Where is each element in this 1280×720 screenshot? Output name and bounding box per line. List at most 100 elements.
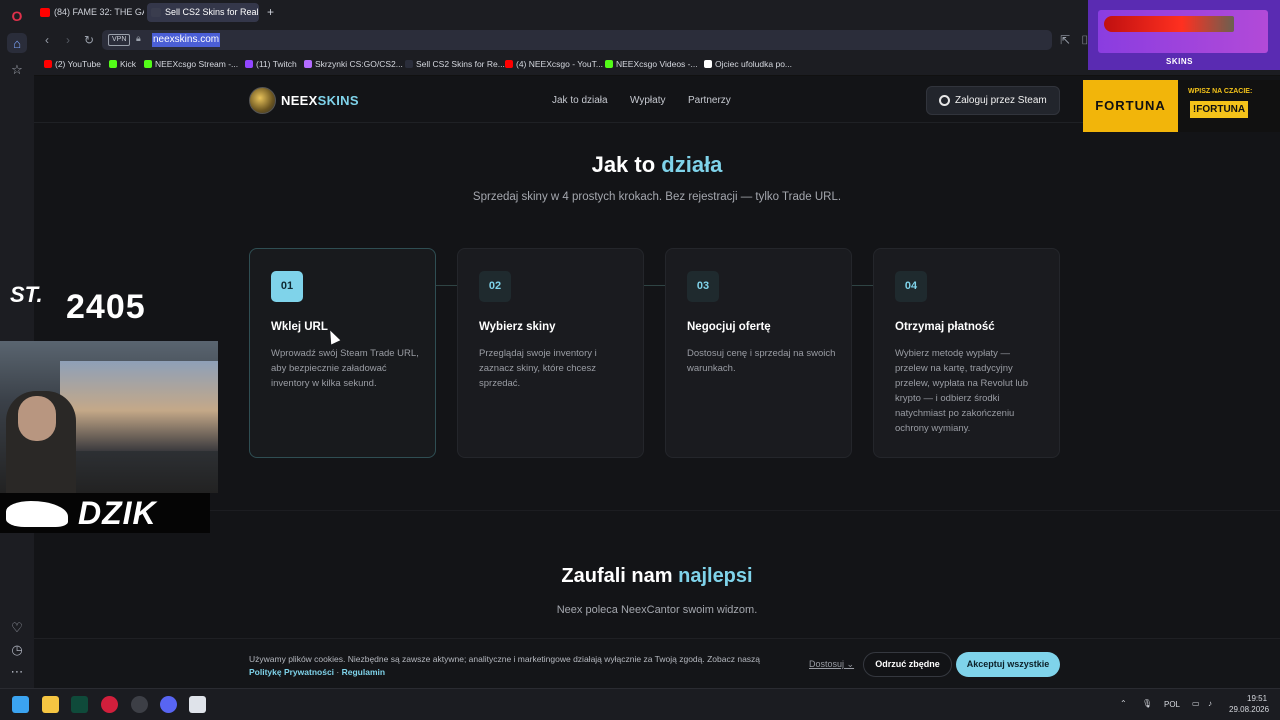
nav-payouts[interactable]: Wypłaty: [630, 95, 665, 106]
microphone-icon[interactable]: 🎙︎: [1142, 699, 1152, 708]
score-overlay: ST. 2405: [10, 282, 180, 338]
new-tab-button[interactable]: +: [263, 3, 279, 22]
bookmark-item[interactable]: NEEXcsgo Stream -...: [144, 59, 238, 69]
windows-start-icon[interactable]: [12, 696, 29, 713]
kick-icon: [109, 60, 117, 68]
language-indicator[interactable]: POL: [1164, 700, 1180, 709]
bookmark-item[interactable]: NEEXcsgo Videos -...: [605, 59, 698, 69]
speed-dial-icon[interactable]: ☆: [7, 60, 27, 80]
site-logo[interactable]: NEEXSKINS: [281, 93, 359, 108]
step-description: Wybierz metodę wypłaty — przelew na kart…: [895, 348, 1029, 434]
back-icon[interactable]: ‹: [39, 32, 55, 48]
title-part-1: Zaufali nam: [561, 565, 679, 587]
bookmark-label: NEEXcsgo Stream -...: [155, 59, 239, 69]
title-accent: działa: [661, 152, 723, 177]
section-subtitle: Sprzedaj skiny w 4 prostych krokach. Bez…: [472, 191, 842, 203]
fortuna-brand: FORTUNA: [1083, 80, 1178, 132]
step-card-2[interactable]: 02 Wybierz skiny Przeglądaj swoje invent…: [457, 248, 644, 458]
file-explorer-icon[interactable]: [42, 696, 59, 713]
step-card-4[interactable]: 04 Otrzymaj płatność Wybierz metodę wypł…: [873, 248, 1060, 458]
bookmark-label: (4) NEEXcsgo - YouT...: [516, 59, 603, 69]
tiktok-icon: [704, 60, 712, 68]
bookmark-item[interactable]: Skrzynki CS:GO/CS2...: [304, 59, 403, 69]
step-title: Negocjuj ofertę: [687, 321, 771, 333]
link-separator: ·: [334, 667, 342, 677]
bookmark-item[interactable]: Sell CS2 Skins for Re...: [405, 59, 505, 69]
kick-icon: [144, 60, 152, 68]
bookmark-item[interactable]: (4) NEEXcsgo - YouT...: [505, 59, 603, 69]
bookmark-label: (11) Twitch: [256, 59, 297, 69]
title-part-1: Jak to: [591, 152, 662, 177]
title-accent: najlepsi: [678, 565, 753, 587]
address-bar[interactable]: VPN 🔒︎ neexskins.com: [102, 30, 1052, 50]
tab-neexskins[interactable]: Sell CS2 Skins for Real Mo: [147, 3, 259, 22]
step-card-3[interactable]: 03 Negocjuj ofertę Dostosuj cenę i sprze…: [665, 248, 852, 458]
more-icon[interactable]: ⋯: [7, 662, 27, 682]
history-icon[interactable]: ◷: [7, 640, 27, 660]
step-description: Wprowadź swój Steam Trade URL, aby bezpi…: [271, 348, 419, 389]
clock-date[interactable]: 29.08.2026: [1229, 705, 1269, 714]
heart-icon[interactable]: ♡: [7, 618, 27, 638]
step-number: 01: [271, 271, 303, 302]
obs-icon[interactable]: [131, 696, 148, 713]
nav-partners[interactable]: Partnerzy: [688, 95, 731, 106]
url-text[interactable]: neexskins.com: [152, 33, 221, 47]
site-logo-icon[interactable]: [249, 87, 276, 114]
youtube-icon: [40, 8, 50, 17]
steam-login-button[interactable]: Zaloguj przez Steam: [926, 86, 1060, 115]
knife-image: [1104, 16, 1234, 32]
step-number: 03: [687, 271, 719, 302]
nav-how-it-works[interactable]: Jak to działa: [552, 95, 608, 106]
vpn-badge[interactable]: VPN: [108, 34, 131, 46]
logo-part-1: NEEX: [281, 93, 318, 108]
streamer-head: [18, 396, 56, 441]
skins-brand: SKINS: [1166, 57, 1193, 66]
neexskins-icon: [151, 8, 161, 17]
lock-icon[interactable]: 🔒︎: [136, 33, 141, 44]
fortuna-code: !FORTUNA: [1190, 101, 1248, 118]
notepad-icon[interactable]: [189, 696, 206, 713]
privacy-policy-link[interactable]: Politykę Prywatności: [249, 667, 334, 677]
reload-icon[interactable]: ↻: [81, 32, 97, 48]
home-icon[interactable]: ⌂: [7, 33, 27, 53]
dzik-text: DZIK: [78, 495, 157, 531]
stream-app-icon[interactable]: [71, 696, 88, 713]
share-icon[interactable]: ⇱: [1057, 32, 1073, 48]
kick-icon: [605, 60, 613, 68]
tray-chevron-icon[interactable]: ⌃: [1120, 699, 1127, 708]
step-title: Wybierz skiny: [479, 321, 556, 333]
webcam-overlay: [0, 341, 218, 493]
step-card-1[interactable]: 01 Wklej URL Wprowadź swój Steam Trade U…: [249, 248, 436, 458]
forward-icon[interactable]: ›: [60, 32, 76, 48]
bookmark-item[interactable]: Ojciec ufoludka po...: [704, 59, 792, 69]
bookmark-item[interactable]: (11) Twitch: [245, 59, 297, 69]
clock-time[interactable]: 19:51: [1247, 694, 1267, 703]
section-title: Jak to działa: [34, 152, 1280, 178]
city-window: [60, 361, 218, 451]
cookie-banner: Używamy plików cookies. Niezbędne są zaw…: [34, 638, 1280, 688]
volume-icon[interactable]: ♪: [1208, 699, 1212, 708]
bookmark-item[interactable]: (2) YouTube: [44, 59, 101, 69]
reject-button[interactable]: Odrzuć zbędne: [863, 652, 952, 677]
skins-ad-overlay: SKINS: [1088, 0, 1280, 70]
network-icon[interactable]: ▭: [1192, 699, 1200, 708]
opera-logo-icon[interactable]: O: [7, 6, 27, 26]
customize-link[interactable]: Dostosuj ⌄: [809, 659, 854, 670]
step-connector: [436, 285, 458, 286]
dzik-overlay: DZIK: [0, 493, 210, 533]
step-description: Dostosuj cenę i sprzedaj na swoich warun…: [687, 348, 836, 374]
accept-all-button[interactable]: Akceptuj wszystkie: [956, 652, 1060, 677]
steam-login-label: Zaloguj przez Steam: [955, 95, 1047, 106]
bookmark-item[interactable]: Kick: [109, 59, 136, 69]
tab-label: (84) FAME 32: THE GAME: [54, 7, 144, 17]
score-value: 2405: [66, 288, 146, 326]
discord-icon[interactable]: [160, 696, 177, 713]
terms-link[interactable]: Regulamin: [342, 667, 385, 677]
step-description: Przeglądaj swoje inventory i zaznacz ski…: [479, 348, 597, 389]
cookie-message: Używamy plików cookies. Niezbędne są zaw…: [249, 654, 761, 664]
bookmark-label: Ojciec ufoludka po...: [715, 59, 793, 69]
fortuna-ad: FORTUNA WPISZ NA CZACIE: !FORTUNA: [1083, 80, 1280, 132]
opera-icon[interactable]: [101, 696, 118, 713]
page-content: NEEXSKINS Jak to działa Wypłaty Partnerz…: [34, 77, 1280, 688]
tab-youtube[interactable]: (84) FAME 32: THE GAME: [36, 3, 144, 22]
